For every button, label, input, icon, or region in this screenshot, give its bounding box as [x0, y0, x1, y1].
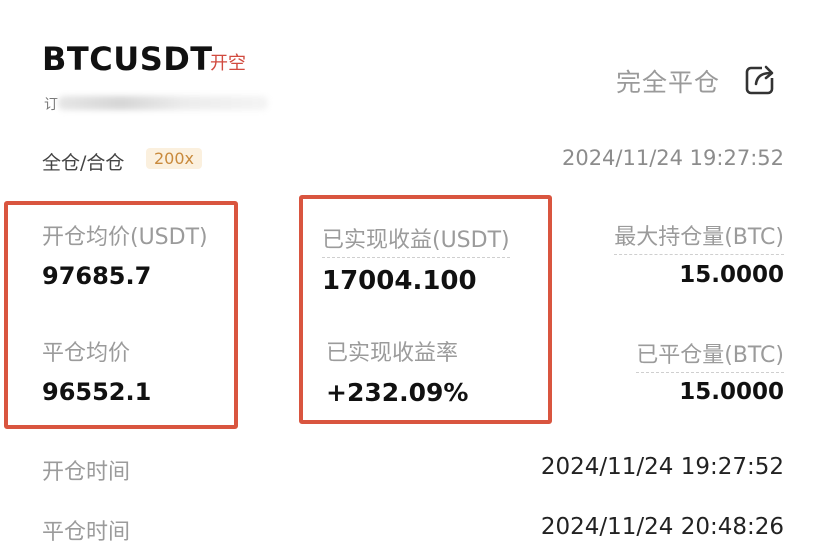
margin-mode: 全仓/合仓 [42, 152, 125, 174]
closed-volume-value: 15.0000 [679, 379, 784, 405]
share-icon-graphic [745, 64, 778, 95]
open-time-label: 开仓时间 [42, 460, 131, 485]
close-time-label: 平仓时间 [42, 520, 131, 545]
blurred-prefix: 订 [44, 97, 58, 113]
share-icon[interactable] [744, 62, 778, 96]
close-all-button[interactable]: 完全平仓 [616, 63, 720, 99]
max-position-label[interactable]: 最大持仓量(BTC) [614, 219, 784, 255]
open-time-value: 2024/11/24 19:27:52 [540, 454, 784, 480]
max-position-value: 15.0000 [679, 262, 784, 288]
close-time-value: 2024/11/24 20:48:26 [540, 514, 784, 540]
closed-volume-label[interactable]: 已平仓量(BTC) [636, 337, 784, 373]
side-tag: 开空 [210, 53, 246, 74]
blurred-info-row: 订 [44, 92, 274, 114]
symbol-title: BTCUSDT [42, 40, 213, 78]
redacted-blur [58, 96, 268, 110]
position-timestamp: 2024/11/24 19:27:52 [561, 146, 784, 170]
highlight-box-prices [4, 201, 238, 429]
highlight-box-pnl [299, 195, 552, 424]
leverage-badge: 200x [146, 148, 203, 169]
